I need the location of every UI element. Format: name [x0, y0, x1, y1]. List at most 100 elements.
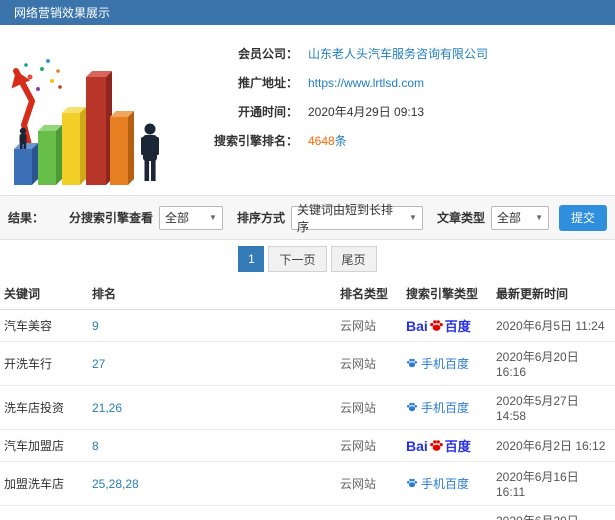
rank-link[interactable]: 27 [92, 357, 105, 371]
table-row: 汽车加盟店 8 云网站 Bai 百度 2020年6月2日 16:12 [0, 429, 615, 462]
paw-icon [406, 479, 418, 488]
rank-link[interactable]: 8 [92, 439, 99, 453]
rank-type-cell: 云网站 [336, 429, 402, 462]
rank-type-cell: 云网站 [336, 341, 402, 386]
info-row-open-time: 开通时间： 2020年4月29日 09:13 [178, 97, 615, 126]
results-table: 关键词 排名 排名类型 搜索引擎类型 最新更新时间 汽车美容 9 云网站 Bai 百度 2… [0, 278, 615, 520]
ranking-count-unit: 条 [334, 134, 347, 148]
results-table-body: 汽车美容 9 云网站 Bai 百度 2020年6月5日 11:24 开洗车行 27 云网站 手机百… [0, 309, 615, 520]
promo-url-label: 推广地址： [237, 76, 298, 90]
table-row: 加盟洗车店 25,28,28 云网站 手机百度 2020年6月16日 16:11 [0, 461, 615, 506]
result-label: 结果： [8, 211, 45, 225]
rank-link[interactable]: 25,28,28 [92, 477, 139, 491]
info-row-ranking-count: 搜索引擎排名： 4648条 [178, 126, 615, 155]
sort-select[interactable]: 关键词由短到长排序 ▼ [290, 203, 423, 234]
last-page-button[interactable]: 尾页 [330, 246, 377, 272]
article-type-select[interactable]: 全部 ▼ [490, 205, 549, 230]
keyword-cell: 洗车赚钱吗 [0, 505, 88, 520]
company-label: 会员公司： [237, 47, 298, 61]
next-page-button[interactable]: 下一页 [268, 246, 327, 272]
header-updated: 最新更新时间 [492, 278, 615, 310]
type-filter-label: 文章类型 [436, 211, 485, 225]
rank-type-cell: 云网站 [336, 461, 402, 506]
table-header-row: 关键词 排名 排名类型 搜索引擎类型 最新更新时间 [0, 278, 615, 310]
page-title: 网络营销效果展示 [14, 6, 111, 20]
engine-select[interactable]: 全部 ▼ [158, 205, 223, 230]
header-rank: 排名 [88, 278, 336, 310]
table-row: 汽车美容 9 云网站 Bai 百度 2020年6月5日 11:24 [0, 309, 615, 342]
engine-cell: Bai 百度 [402, 429, 492, 462]
ranking-count-number: 4648 [308, 134, 335, 148]
bar-green [38, 125, 62, 185]
open-time-value: 2020年4月29日 09:13 [308, 105, 425, 119]
info-row-url: 推广地址： https://www.lrtlsd.com [178, 68, 615, 97]
figure-businessman [141, 123, 159, 181]
rank-cell: 27 [88, 341, 336, 386]
table-row: 开洗车行 27 云网站 手机百度 2020年6月20日 16:16 [0, 341, 615, 386]
rank-cell: 9 [88, 309, 336, 342]
keyword-cell: 开洗车行 [0, 341, 88, 386]
sort-select-value: 关键词由短到长排序 [296, 202, 393, 234]
chevron-down-icon: ▼ [209, 213, 217, 222]
updated-cell: 2020年6月20日 16:31 [492, 505, 615, 520]
filter-bar: 结果： 分搜索引擎查看 全部 ▼ 排序方式 关键词由短到长排序 ▼ 文章类型 全… [0, 195, 615, 240]
rank-cell: 25,28,28 [88, 461, 336, 506]
header-engine-type: 搜索引擎类型 [402, 278, 492, 310]
marketing-chart-illustration [0, 25, 178, 193]
table-row: 洗车赚钱吗30云网站手机百度2020年6月20日 16:31 [0, 505, 615, 520]
page-number-current[interactable]: 1 [238, 246, 265, 272]
engine-cell: 手机百度 [402, 341, 492, 386]
bar-yellow [62, 107, 86, 185]
engine-cell: 手机百度 [402, 505, 492, 520]
engine-filter-label: 分搜索引擎查看 [68, 211, 153, 225]
member-info-form: 会员公司： 山东老人头汽车服务咨询有限公司 推广地址： https://www.… [178, 25, 615, 195]
keyword-cell: 汽车美容 [0, 309, 88, 342]
rank-cell: 8 [88, 429, 336, 462]
rank-link[interactable]: 21,26 [92, 401, 122, 415]
type-select-value: 全部 [496, 211, 521, 225]
baidu-logo: Bai 百度 [406, 317, 471, 335]
chevron-down-icon: ▼ [535, 213, 543, 222]
rank-type-cell: 云网站 [336, 505, 402, 520]
mobile-baidu-logo: 手机百度 [406, 355, 469, 372]
engine-cell: 手机百度 [402, 461, 492, 506]
open-time-label: 开通时间： [237, 105, 298, 119]
paw-icon [429, 440, 443, 451]
updated-cell: 2020年5月27日 14:58 [492, 385, 615, 430]
bar-blue [14, 143, 38, 185]
keyword-cell: 加盟洗车店 [0, 461, 88, 506]
ranking-count-label: 搜索引擎排名： [213, 134, 298, 148]
rank-link[interactable]: 9 [92, 319, 99, 333]
header-rank-type: 排名类型 [336, 278, 402, 310]
info-row-company: 会员公司： 山东老人头汽车服务咨询有限公司 [178, 39, 615, 68]
pagination: 1 下一页 尾页 [0, 240, 615, 278]
keyword-cell: 汽车加盟店 [0, 429, 88, 462]
keyword-cell: 洗车店投资 [0, 385, 88, 430]
engine-cell: Bai 百度 [402, 309, 492, 342]
paw-icon [429, 320, 443, 331]
header-bar: 网络营销效果展示 [0, 0, 615, 25]
baidu-logo: Bai 百度 [406, 437, 471, 455]
sort-filter-label: 排序方式 [236, 211, 285, 225]
company-link[interactable]: 山东老人头汽车服务咨询有限公司 [308, 45, 488, 62]
promo-url-link[interactable]: https://www.lrtlsd.com [308, 76, 424, 90]
engine-cell: 手机百度 [402, 385, 492, 430]
engine-select-value: 全部 [164, 211, 189, 225]
bar-orange [110, 111, 134, 185]
bar-chart-graphic [11, 59, 159, 185]
updated-cell: 2020年6月2日 16:12 [492, 429, 615, 462]
header-keyword: 关键词 [0, 278, 88, 310]
rank-cell: 21,26 [88, 385, 336, 430]
chevron-down-icon: ▼ [409, 213, 417, 222]
updated-cell: 2020年6月20日 16:16 [492, 341, 615, 386]
mobile-baidu-logo: 手机百度 [406, 399, 469, 416]
mobile-baidu-logo: 手机百度 [406, 475, 469, 492]
rank-type-cell: 云网站 [336, 385, 402, 430]
rank-cell: 30 [88, 505, 336, 520]
rank-type-cell: 云网站 [336, 309, 402, 342]
info-section: 会员公司： 山东老人头汽车服务咨询有限公司 推广地址： https://www.… [0, 25, 615, 195]
table-row: 洗车店投资 21,26 云网站 手机百度 2020年5月27日 14:58 [0, 385, 615, 430]
submit-button[interactable]: 提交 [558, 204, 607, 231]
updated-cell: 2020年6月5日 11:24 [492, 309, 615, 342]
paw-icon [406, 359, 418, 368]
